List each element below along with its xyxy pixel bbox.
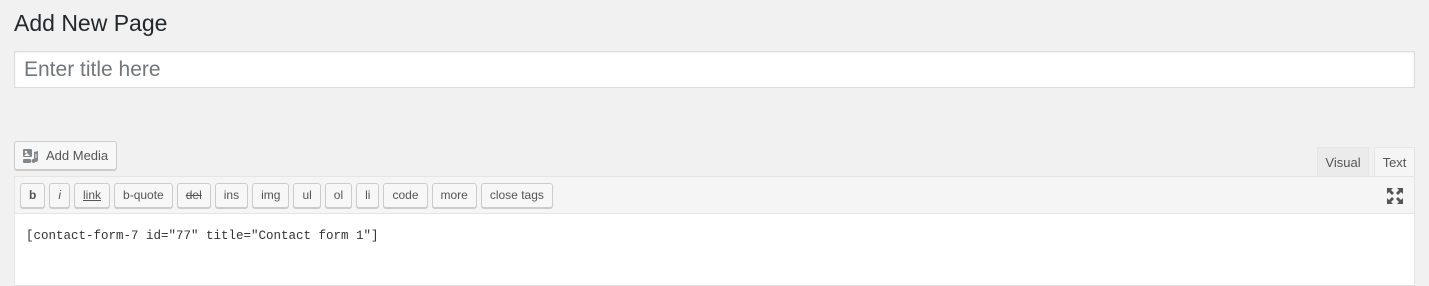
quicktags-toolbar: b i link b-quote del ins img ul ol li co… (15, 177, 1414, 214)
qt-ol-button[interactable]: ol (324, 182, 353, 208)
title-input[interactable] (14, 51, 1415, 88)
qt-bold-button[interactable]: b (20, 182, 46, 208)
qt-link-button[interactable]: link (74, 182, 111, 208)
qt-ins-button[interactable]: ins (214, 182, 249, 208)
add-media-icon (22, 147, 40, 165)
add-media-button[interactable]: Add Media (14, 141, 117, 170)
editor-content[interactable]: [contact-form-7 id="77" title="Contact f… (15, 214, 1414, 258)
qt-more-button[interactable]: more (431, 182, 477, 208)
qt-code-button[interactable]: code (383, 182, 428, 208)
fullscreen-icon[interactable] (1386, 187, 1404, 205)
qt-close-tags-button[interactable]: close tags (480, 182, 553, 208)
qt-italic-button[interactable]: i (49, 182, 71, 208)
qt-img-button[interactable]: img (252, 182, 290, 208)
page-title: Add New Page (14, 10, 168, 36)
tab-text[interactable]: Text (1374, 147, 1415, 176)
qt-del-button[interactable]: del (176, 182, 211, 208)
tab-visual[interactable]: Visual (1317, 147, 1369, 176)
editor: b i link b-quote del ins img ul ol li co… (14, 176, 1415, 286)
qt-blockquote-button[interactable]: b-quote (114, 182, 173, 208)
qt-ul-button[interactable]: ul (293, 182, 321, 208)
qt-li-button[interactable]: li (356, 182, 380, 208)
add-media-label: Add Media (46, 148, 109, 163)
